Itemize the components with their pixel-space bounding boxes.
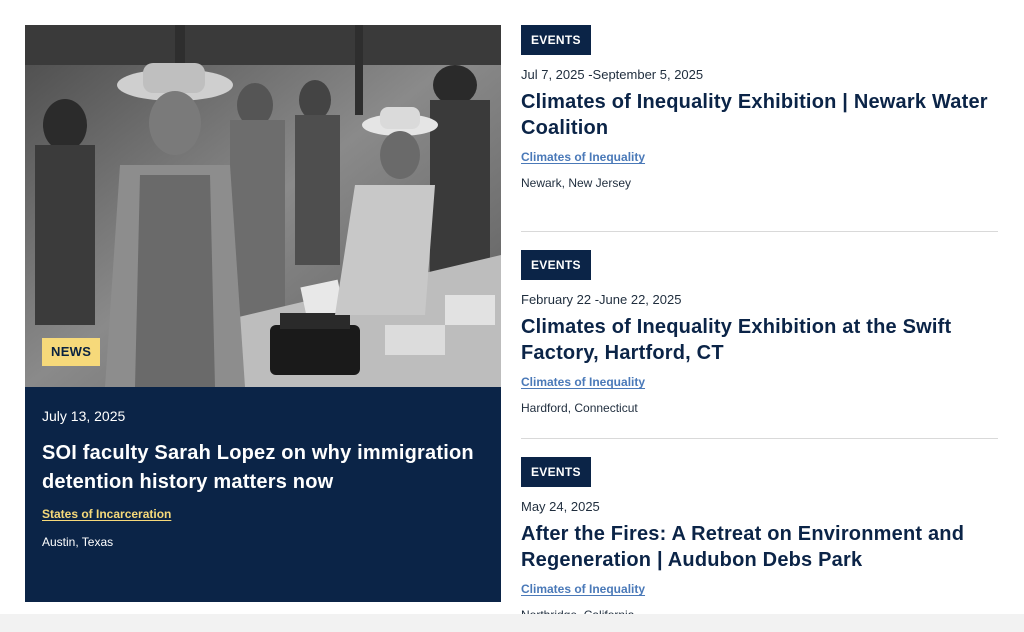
feature-location: Austin, Texas <box>42 535 114 549</box>
page-bottom-edge <box>0 614 1024 632</box>
event-title-link[interactable]: Climates of Inequality Exhibition | Newa… <box>521 89 998 141</box>
feature-tag-link[interactable]: States of Incarceration <box>42 507 171 521</box>
event-location: Hardford, Connecticut <box>521 401 638 415</box>
event-item: EVENTS February 22 -June 22, 2025 Climat… <box>521 232 998 439</box>
historical-photo-image <box>25 25 501 387</box>
event-tag-link[interactable]: Climates of Inequality <box>521 375 645 389</box>
event-date: May 24, 2025 <box>521 499 600 514</box>
feature-photo[interactable]: NEWS <box>25 25 501 387</box>
event-item: EVENTS Jul 7, 2025 -September 5, 2025 Cl… <box>521 25 998 232</box>
event-title-link[interactable]: Climates of Inequality Exhibition at the… <box>521 314 998 366</box>
event-item: EVENTS May 24, 2025 After the Fires: A R… <box>521 439 998 632</box>
event-date: February 22 -June 22, 2025 <box>521 292 682 307</box>
event-date: Jul 7, 2025 -September 5, 2025 <box>521 67 704 82</box>
feature-date: July 13, 2025 <box>42 408 126 424</box>
feature-news-card[interactable]: NEWS July 13, 2025 SOI faculty Sarah Lop… <box>25 25 501 602</box>
events-list: EVENTS Jul 7, 2025 -September 5, 2025 Cl… <box>521 25 998 632</box>
events-badge: EVENTS <box>521 250 591 280</box>
event-location: Newark, New Jersey <box>521 176 632 190</box>
events-badge: EVENTS <box>521 457 591 487</box>
event-tag-link[interactable]: Climates of Inequality <box>521 582 645 596</box>
feature-body: July 13, 2025 SOI faculty Sarah Lopez on… <box>25 387 501 549</box>
news-badge: NEWS <box>42 338 101 366</box>
event-title-link[interactable]: After the Fires: A Retreat on Environmen… <box>521 521 998 573</box>
events-badge: EVENTS <box>521 25 591 55</box>
page: NEWS July 13, 2025 SOI faculty Sarah Lop… <box>0 0 1024 632</box>
event-tag-link[interactable]: Climates of Inequality <box>521 150 645 164</box>
feature-title-link[interactable]: SOI faculty Sarah Lopez on why immigrati… <box>42 439 484 497</box>
